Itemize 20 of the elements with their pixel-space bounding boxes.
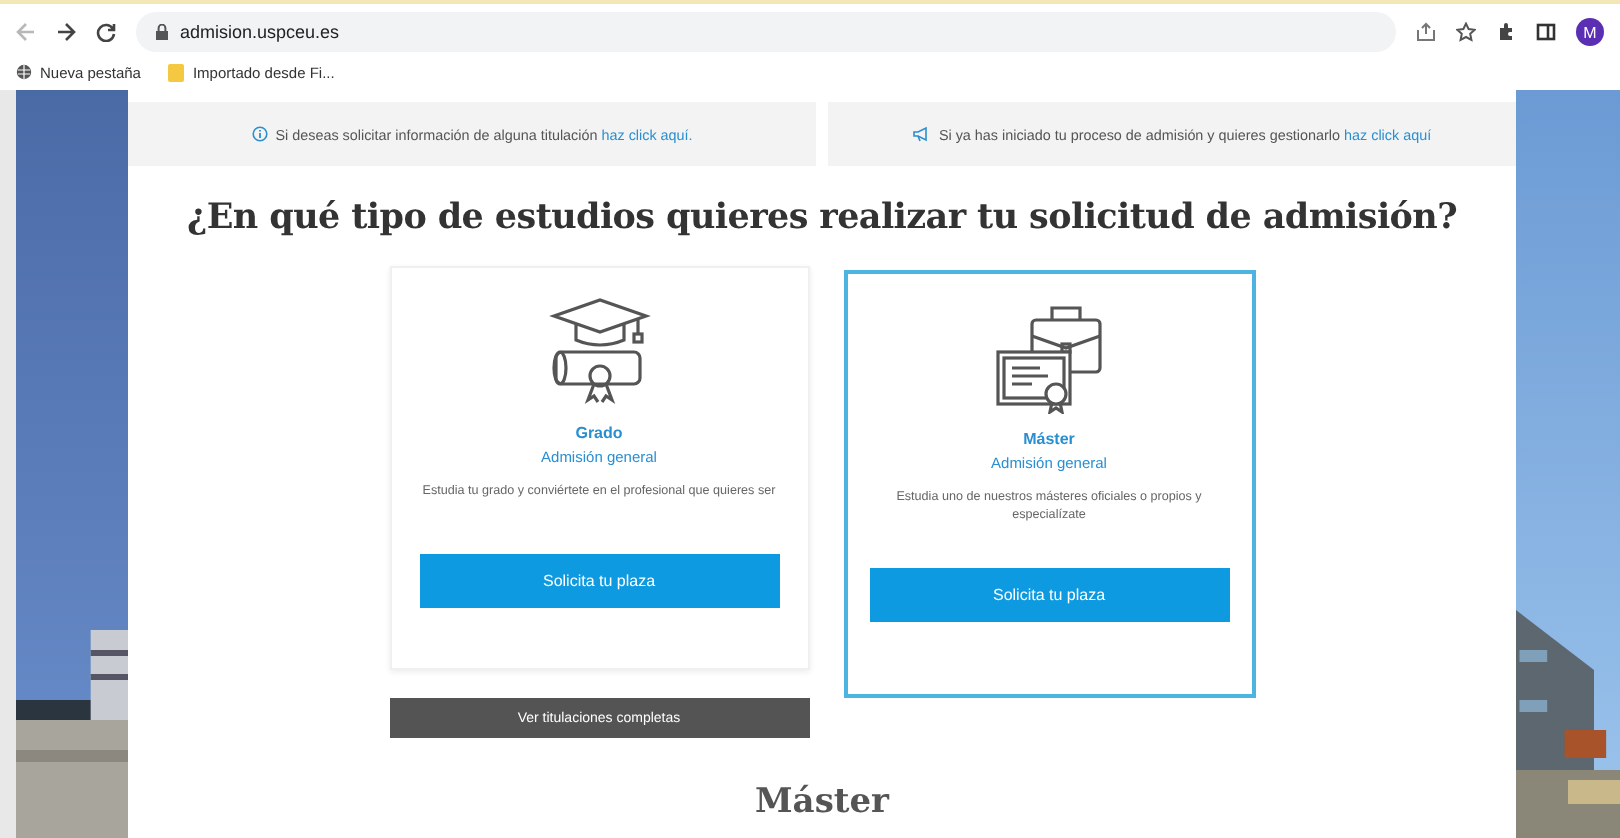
puzzle-icon[interactable]: [1496, 22, 1516, 42]
side-panel-icon[interactable]: [1536, 22, 1556, 42]
megaphone-icon: [912, 126, 931, 142]
star-icon[interactable]: [1456, 22, 1476, 42]
apply-button[interactable]: Solicita tu plaza: [419, 554, 779, 608]
profile-avatar[interactable]: M: [1576, 18, 1604, 46]
apply-button[interactable]: Solicita tu plaza: [869, 568, 1229, 622]
globe-icon: [16, 64, 32, 80]
folder-icon: [168, 63, 185, 81]
lock-icon: [156, 24, 168, 40]
address-bar[interactable]: admision.uspceu.es: [136, 12, 1396, 52]
share-icon[interactable]: [1416, 22, 1436, 42]
info-icon: [251, 126, 268, 142]
card-title: Máster: [1023, 430, 1075, 448]
forward-button[interactable]: [56, 22, 76, 42]
card-title: Grado: [575, 424, 623, 442]
reload-button[interactable]: [96, 22, 116, 42]
section-heading: Máster: [754, 782, 890, 822]
briefcase-certificate-icon: [991, 302, 1107, 414]
page-heading: ¿En qué tipo de estudios quieres realizar tu solicitud de admisión?: [186, 198, 1458, 238]
